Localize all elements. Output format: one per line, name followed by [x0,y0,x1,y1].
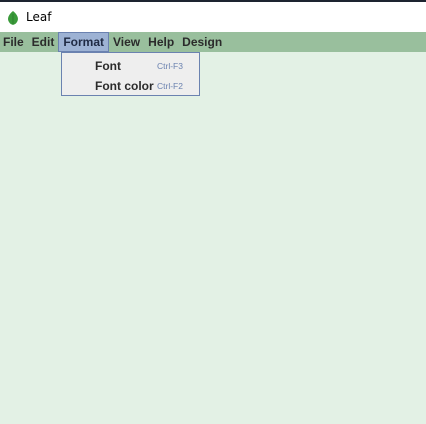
format-dropdown-menu: Font Ctrl-F3 Font color Ctrl-F2 [61,52,200,96]
title-bar[interactable]: Leaf [0,2,426,32]
menu-file[interactable]: File [0,32,28,52]
leaf-icon [7,10,19,25]
menu-item-font-color[interactable]: Font color Ctrl-F2 [62,76,199,96]
window-title: Leaf [26,10,52,24]
menu-item-font-color-label: Font color [95,79,154,93]
menu-design[interactable]: Design [178,32,226,52]
menu-item-font-shortcut: Ctrl-F3 [157,61,183,71]
menu-item-font-color-shortcut: Ctrl-F2 [157,81,183,91]
menu-edit[interactable]: Edit [28,32,59,52]
menu-item-font[interactable]: Font Ctrl-F3 [62,56,199,76]
menu-help[interactable]: Help [144,32,178,52]
menu-format[interactable]: Format [58,32,110,52]
editor-area[interactable] [0,52,426,424]
menu-item-font-label: Font [95,59,121,73]
menu-view[interactable]: View [109,32,144,52]
menu-bar: File Edit Format View Help Design [0,32,426,52]
app-window: Leaf File Edit Format View Help Design F… [0,0,426,424]
